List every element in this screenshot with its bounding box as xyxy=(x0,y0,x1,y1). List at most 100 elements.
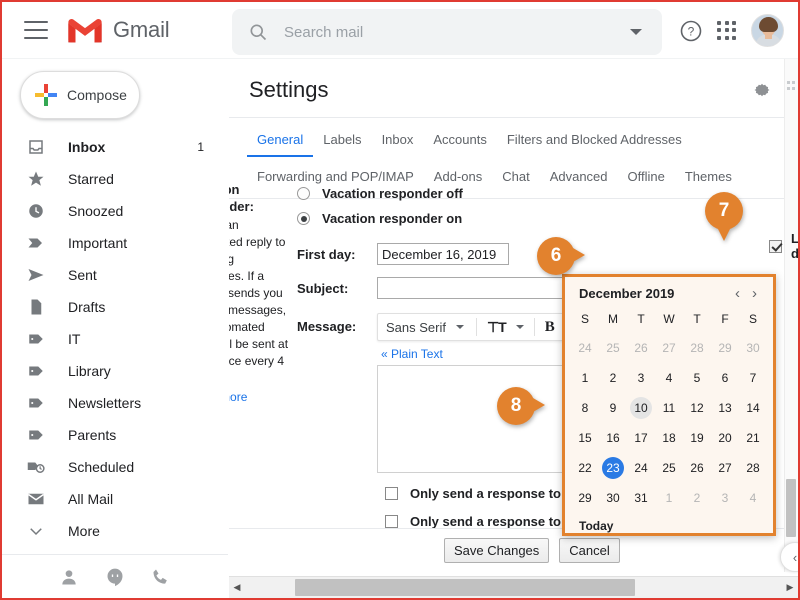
calendar-day[interactable]: 20 xyxy=(711,423,739,453)
avatar[interactable] xyxy=(751,14,784,47)
font-select[interactable]: Sans Serif xyxy=(378,320,472,335)
calendar-day[interactable]: 27 xyxy=(711,453,739,483)
calendar-day[interactable]: 31 xyxy=(627,483,655,513)
sidebar-item-snoozed[interactable]: Snoozed xyxy=(2,195,218,227)
sidebar-item-scheduled[interactable]: Scheduled xyxy=(2,451,218,483)
vscroll-thumb[interactable] xyxy=(786,479,796,537)
calendar-day[interactable]: 19 xyxy=(683,423,711,453)
calendar-day[interactable]: 1 xyxy=(655,483,683,513)
sidebar-item-important[interactable]: Important xyxy=(2,227,218,259)
contacts-person-icon[interactable] xyxy=(59,567,79,587)
calendar-day[interactable]: 28 xyxy=(683,333,711,363)
chevron-right-icon[interactable]: › xyxy=(746,286,763,301)
apps-grid-icon[interactable] xyxy=(717,20,737,41)
calendar-day[interactable]: 3 xyxy=(711,483,739,513)
calendar-day[interactable]: 26 xyxy=(683,453,711,483)
search-input[interactable] xyxy=(284,23,630,41)
hamburger-icon[interactable] xyxy=(24,21,48,39)
hscroll-thumb[interactable] xyxy=(295,579,635,596)
checkbox-only-domain[interactable] xyxy=(385,515,398,528)
chevron-down-icon[interactable] xyxy=(630,29,642,35)
calendar-day[interactable]: 7 xyxy=(739,363,767,393)
calendar-day[interactable]: 2 xyxy=(599,363,627,393)
calendar-day[interactable]: 14 xyxy=(739,393,767,423)
calendar-day[interactable]: 13 xyxy=(711,393,739,423)
calendar-day[interactable]: 12 xyxy=(683,393,711,423)
vertical-scrollbar[interactable] xyxy=(784,59,798,572)
hangouts-icon[interactable] xyxy=(105,567,125,587)
checkbox-only-contacts[interactable] xyxy=(385,487,398,500)
first-day-input[interactable] xyxy=(377,243,509,265)
sidebar-item-newsletters[interactable]: Newsletters xyxy=(2,387,218,419)
checkbox-last-day[interactable] xyxy=(769,239,782,253)
triangle-left-icon[interactable]: ◀ xyxy=(229,582,245,593)
tab-general[interactable]: General xyxy=(247,128,314,157)
tab-accounts[interactable]: Accounts xyxy=(423,128,496,155)
bold-button[interactable]: B xyxy=(539,319,561,336)
calendar-day[interactable]: 10 xyxy=(627,393,655,423)
calendar-day[interactable]: 24 xyxy=(627,453,655,483)
calendar-day[interactable]: 3 xyxy=(627,363,655,393)
calendar-day[interactable]: 11 xyxy=(655,393,683,423)
sidebar-item-it[interactable]: IT xyxy=(2,323,218,355)
save-changes-button[interactable]: Save Changes xyxy=(444,538,550,563)
sidebar-item-all-mail[interactable]: All Mail xyxy=(2,483,218,515)
phone-icon[interactable] xyxy=(151,567,171,587)
cancel-button[interactable]: Cancel xyxy=(559,538,620,563)
help-icon[interactable]: ? xyxy=(679,19,703,43)
star-icon xyxy=(26,169,46,189)
horizontal-scrollbar[interactable]: ◀ ▶ xyxy=(229,576,798,598)
calendar-today-button[interactable]: Today xyxy=(565,513,773,533)
calendar-day[interactable]: 30 xyxy=(599,483,627,513)
chevron-down-icon xyxy=(26,521,46,541)
calendar-day[interactable]: 16 xyxy=(599,423,627,453)
triangle-right-icon[interactable]: ▶ xyxy=(782,582,798,593)
tab-labels[interactable]: Labels xyxy=(313,128,371,155)
text-size-button[interactable]: ⊤T xyxy=(481,319,530,336)
date-picker-calendar[interactable]: December 2019 ‹ › S M T W T F S 24 25 26 27… xyxy=(562,274,776,536)
tab-filters-blocked[interactable]: Filters and Blocked Addresses xyxy=(497,128,692,155)
hscroll-track[interactable] xyxy=(245,577,782,598)
top-header: Gmail ? xyxy=(2,2,798,59)
calendar-day[interactable]: 8 xyxy=(571,393,599,423)
calendar-day[interactable]: 17 xyxy=(627,423,655,453)
sidebar-item-parents[interactable]: Parents xyxy=(2,419,218,451)
sidebar-item-inbox[interactable]: Inbox 1 xyxy=(2,131,218,163)
sidebar-item-more[interactable]: More xyxy=(2,515,218,547)
calendar-day[interactable]: 29 xyxy=(571,483,599,513)
gear-icon[interactable] xyxy=(752,80,772,100)
calendar-day[interactable]: 1 xyxy=(571,363,599,393)
calendar-day[interactable]: 21 xyxy=(739,423,767,453)
sidebar-item-starred[interactable]: Starred xyxy=(2,163,218,195)
sidebar-item-library[interactable]: Library xyxy=(2,355,218,387)
calendar-day[interactable]: 9 xyxy=(599,393,627,423)
calendar-day[interactable]: 28 xyxy=(739,453,767,483)
radio-vacation-on[interactable] xyxy=(297,212,310,225)
calendar-day[interactable]: 23 xyxy=(599,453,627,483)
tab-inbox[interactable]: Inbox xyxy=(372,128,424,155)
calendar-day[interactable]: 25 xyxy=(655,453,683,483)
calendar-day[interactable]: 6 xyxy=(711,363,739,393)
calendar-day[interactable]: 18 xyxy=(655,423,683,453)
chevron-left-icon[interactable]: ‹ xyxy=(729,286,746,301)
calendar-day[interactable]: 26 xyxy=(627,333,655,363)
calendar-day[interactable]: 5 xyxy=(683,363,711,393)
calendar-day[interactable]: 2 xyxy=(683,483,711,513)
calendar-day[interactable]: 30 xyxy=(739,333,767,363)
calendar-day[interactable]: 24 xyxy=(571,333,599,363)
sidebar-item-drafts[interactable]: Drafts xyxy=(2,291,218,323)
search-bar[interactable] xyxy=(232,9,662,55)
gmail-brand[interactable]: Gmail xyxy=(66,16,170,45)
radio-vacation-off[interactable] xyxy=(297,187,310,200)
learn-more-link[interactable]: Learn more xyxy=(229,389,289,406)
sidebar-item-label: Library xyxy=(68,363,111,379)
compose-button[interactable]: Compose xyxy=(20,71,140,119)
calendar-day[interactable]: 22 xyxy=(571,453,599,483)
sidebar-item-sent[interactable]: Sent xyxy=(2,259,218,291)
calendar-day[interactable]: 15 xyxy=(571,423,599,453)
calendar-day[interactable]: 4 xyxy=(739,483,767,513)
calendar-day[interactable]: 27 xyxy=(655,333,683,363)
calendar-day[interactable]: 25 xyxy=(599,333,627,363)
calendar-day[interactable]: 4 xyxy=(655,363,683,393)
calendar-day[interactable]: 29 xyxy=(711,333,739,363)
